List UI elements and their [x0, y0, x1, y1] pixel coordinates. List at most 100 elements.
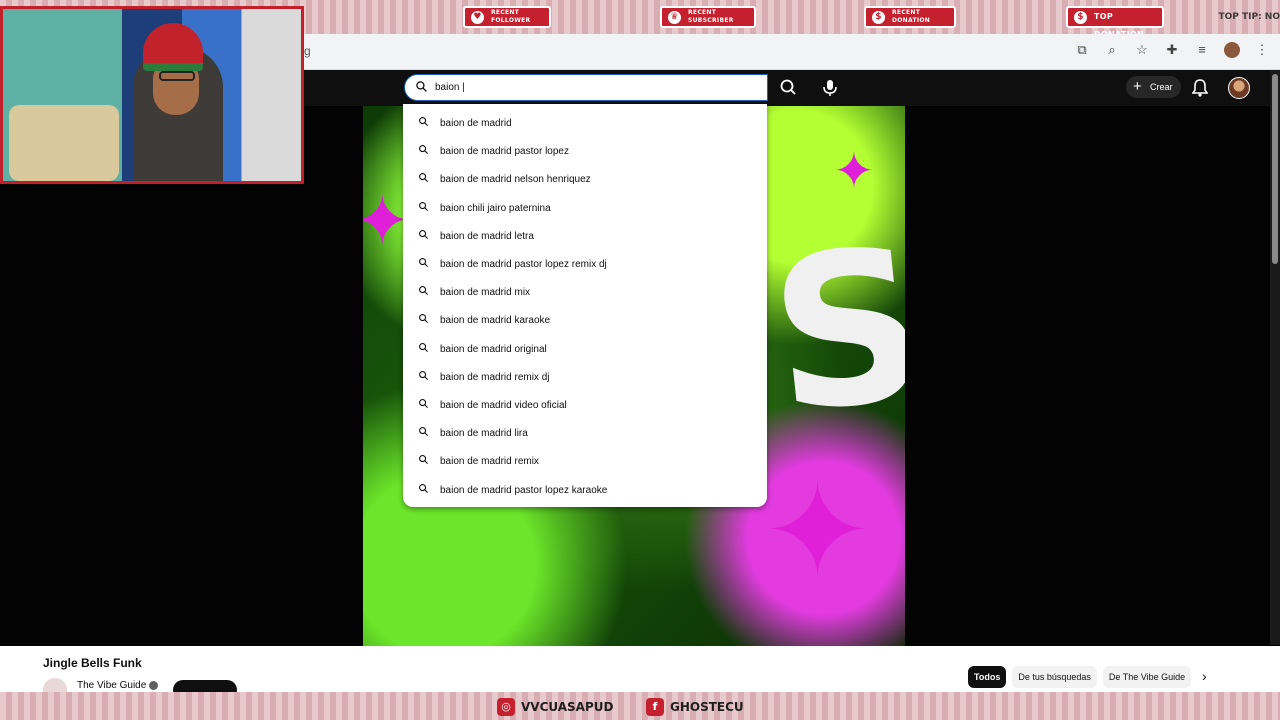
address-bar-text[interactable]: g	[304, 44, 311, 58]
cam-glasses	[159, 71, 195, 81]
suggestion-item[interactable]: baion de madrid video oficial	[403, 390, 767, 418]
chip-de-the-vibe-guide[interactable]: De The Vibe Guide	[1102, 666, 1192, 688]
suggestion-text: baion de madrid nelson henriquez	[440, 174, 591, 186]
suggestion-item[interactable]: baion de madrid pastor lopez	[403, 136, 767, 164]
account-avatar[interactable]	[1228, 77, 1250, 99]
cam-pillow	[9, 105, 119, 181]
menu-icon[interactable]: ⋮	[1254, 42, 1270, 58]
facebook-icon: f	[646, 698, 664, 716]
chip-todos[interactable]: Todos	[968, 666, 1007, 688]
suggestion-item[interactable]: baion de madrid nelson henriquez	[403, 164, 767, 192]
heart-icon: ♥	[471, 11, 484, 24]
suggestion-text: baion de madrid mix	[440, 287, 531, 299]
recent-subscriber-alert: ♛ RECENT SUBSCRIBER	[660, 6, 756, 28]
alert-line2: DONATION	[892, 17, 931, 24]
search-button[interactable]	[774, 74, 802, 101]
suggestion-item[interactable]: baion de madrid remix dj	[403, 362, 767, 390]
stream-overlay-bottom: ◎ VVCUASAPUD f GHOSTECU	[0, 692, 1280, 720]
suggestion-item[interactable]: baion de madrid remix	[403, 446, 767, 474]
screen: ♥ RECENT FOLLOWER ♛ RECENT SUBSCRIBER $ …	[0, 0, 1280, 720]
bell-icon[interactable]	[1192, 79, 1208, 97]
install-app-icon[interactable]: ⧉	[1074, 42, 1090, 58]
mic-icon[interactable]	[816, 74, 844, 101]
suggestion-item[interactable]: baion de madrid pastor lopez karaoke	[403, 475, 767, 503]
recent-donation-alert: $ RECENT DONATION	[864, 6, 956, 28]
search-icon	[419, 370, 429, 380]
chip-de-tus-busquedas[interactable]: De tus búsquedas	[1012, 666, 1097, 688]
search-icon	[419, 399, 429, 409]
facebook-handle-text: GHOSTECU	[670, 700, 744, 714]
facebook-handle: f GHOSTECU	[646, 698, 744, 716]
suggestion-text: baion chili jairo paternina	[440, 202, 551, 214]
search-icon	[419, 455, 429, 465]
suggestion-item[interactable]: baion de madrid karaoke	[403, 305, 767, 333]
search-input[interactable]: baion |	[404, 74, 768, 101]
plus-icon: +	[1133, 78, 1142, 95]
donation-icon: $	[872, 11, 885, 24]
search-icon	[416, 81, 427, 92]
search-icon	[419, 342, 429, 352]
suggestion-text: baion de madrid	[440, 118, 512, 129]
youtube-header: baion | + Crear	[304, 70, 1270, 106]
instagram-handle: ◎ VVCUASAPUD	[497, 698, 613, 716]
suggestion-item[interactable]: baion de madrid letra	[403, 221, 767, 249]
search-icon	[419, 117, 429, 127]
suggestion-item[interactable]: baion de madrid pastor lopez remix dj	[403, 249, 767, 277]
search-suggestions: baion de madrid baion de madrid pastor lo…	[403, 104, 767, 507]
search-icon	[419, 173, 429, 183]
top-donation-alert: $ TOP DONATION	[1066, 6, 1164, 39]
channel-name[interactable]: The Vibe Guide	[77, 680, 146, 691]
extensions-icon[interactable]: ✚	[1164, 42, 1180, 58]
create-label: Crear	[1150, 82, 1173, 92]
suggestion-item[interactable]: baion de madrid	[403, 108, 767, 136]
star-icon[interactable]: ☆	[1134, 42, 1150, 58]
suggestion-text: baion de madrid karaoke	[440, 315, 551, 327]
chevron-right-icon[interactable]: ›	[1202, 668, 1207, 684]
suggestion-item[interactable]: baion de madrid lira	[403, 418, 767, 446]
zoom-icon[interactable]: ⌕	[1104, 42, 1120, 58]
verified-icon	[149, 681, 158, 690]
create-button[interactable]: + Crear	[1126, 76, 1181, 98]
alert-line1: RECENT	[688, 9, 717, 16]
search-icon	[419, 258, 429, 268]
sparkle-shape: ✦	[763, 458, 872, 604]
instagram-handle-text: VVCUASAPUD	[521, 700, 614, 714]
suggestion-text: baion de madrid lira	[440, 428, 528, 440]
search-icon	[419, 314, 429, 324]
suggestion-text: baion de madrid remix	[440, 456, 539, 468]
related-filter-chips: Todos De tus búsquedas De The Vibe Guide	[968, 666, 1192, 688]
search-icon	[419, 286, 429, 296]
suggestion-text: baion de madrid video oficial	[440, 400, 567, 411]
trophy-icon: ♛	[668, 11, 681, 24]
suggestion-item[interactable]: baion de madrid mix	[403, 277, 767, 305]
instagram-icon: ◎	[497, 698, 515, 716]
search-icon	[419, 145, 429, 155]
sparkle-shape: ✦	[833, 143, 875, 199]
cam-santa-hat	[143, 23, 203, 71]
suggestion-text: baion de madrid pastor lopez	[440, 146, 569, 158]
search-icon	[419, 427, 429, 437]
page-scrollbar[interactable]	[1270, 70, 1280, 645]
browser-actions: ⧉ ⌕ ☆ ✚ ≡ ⋮	[1074, 42, 1270, 58]
scrollbar-thumb[interactable]	[1272, 74, 1278, 264]
artwork-letter: S	[760, 200, 905, 461]
top-tip-ticker: TOP TIP: NO	[1218, 12, 1280, 22]
video-info: Jingle Bells Funk The Vibe Guide Todos D…	[0, 646, 1280, 702]
alert-line1: RECENT	[491, 9, 520, 16]
media-control-icon[interactable]: ≡	[1194, 42, 1210, 58]
alert-line2: SUBSCRIBER	[688, 17, 734, 24]
alert-line1: RECENT	[892, 9, 921, 16]
money-bag-icon: $	[1074, 11, 1087, 24]
alert-line2: FOLLOWER	[491, 17, 531, 24]
suggestion-text: baion de madrid letra	[440, 230, 534, 242]
suggestion-text: baion de madrid remix dj	[440, 371, 550, 383]
browser-toolbar: g ⧉ ⌕ ☆ ✚ ≡ ⋮	[304, 34, 1280, 70]
suggestion-text: baion de madrid original	[440, 343, 547, 355]
recent-follower-alert: ♥ RECENT FOLLOWER	[463, 6, 551, 28]
search-icon	[419, 229, 429, 239]
suggestion-item[interactable]: baion de madrid original	[403, 334, 767, 362]
profile-avatar[interactable]	[1224, 42, 1240, 58]
search-value: baion |	[435, 82, 465, 93]
webcam-overlay	[0, 6, 304, 184]
suggestion-item[interactable]: baion chili jairo paternina	[403, 193, 767, 221]
